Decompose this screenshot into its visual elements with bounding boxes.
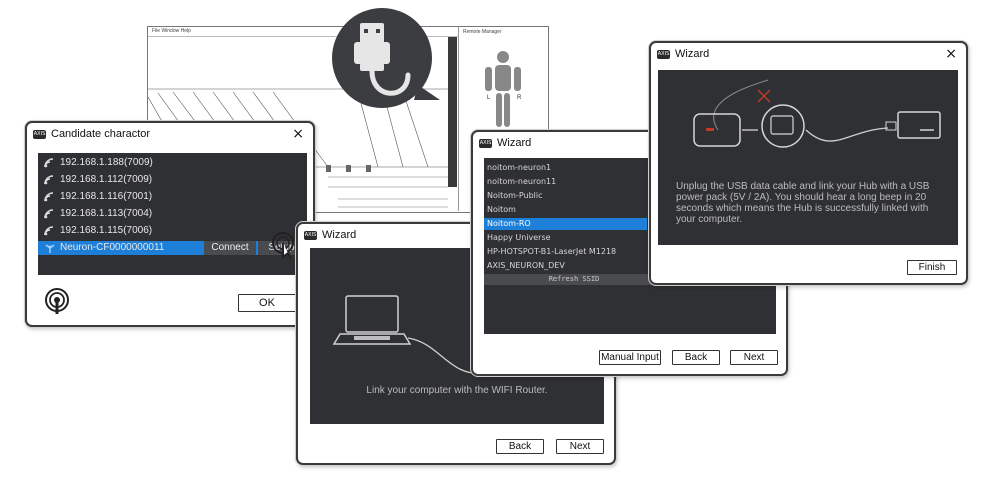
wifi-icon	[44, 175, 54, 185]
refresh-ssid-button[interactable]: Refresh SSID	[484, 274, 664, 285]
candidate-device-name: Neuron-CF0000000011	[60, 242, 165, 253]
axis-app-icon: AXIS	[479, 138, 492, 148]
candidate-address: 192.168.1.116(7001)	[60, 191, 153, 202]
wizard-hub-panel: Unplug the USB data cable and link your …	[658, 70, 958, 245]
wizard-router-title: Wizard	[322, 229, 357, 241]
broadcast-icon	[45, 288, 69, 314]
ssid-item[interactable]: Happy Universe	[484, 232, 647, 244]
wizard-ssid-title: Wizard	[497, 137, 532, 149]
ssid-item-selected[interactable]: Noitom-RO	[484, 218, 647, 230]
wizard-router-caption: Link your computer with the WIFI Router.	[366, 385, 548, 396]
axis-app-icon: AXIS	[33, 129, 46, 139]
next-button[interactable]: Next	[730, 350, 778, 365]
close-icon[interactable]: ×	[945, 46, 957, 62]
connect-button[interactable]: Connect	[204, 241, 256, 255]
figure-left-label: L	[487, 95, 491, 101]
back-button[interactable]: Back	[672, 350, 720, 365]
wifi-icon	[44, 209, 54, 219]
list-item[interactable]: 192.168.1.112(7009)	[38, 173, 307, 187]
ssid-item[interactable]: AXIS_NEURON_DEV	[484, 260, 647, 272]
candidate-window: AXIS Candidate charactor × 192.168.1.188…	[25, 121, 315, 327]
candidate-address: 192.168.1.112(7009)	[60, 174, 153, 185]
ssid-item[interactable]: Noitom-Public	[484, 190, 647, 202]
ssid-item[interactable]: Noitom	[484, 204, 647, 216]
finish-button[interactable]: Finish	[907, 260, 957, 275]
ssid-item[interactable]: HP-HOTSPOT-B1-LaserJet M1218	[484, 246, 647, 258]
background-panel-title: Remote Manager	[463, 29, 502, 35]
usb-cable-bubble	[330, 5, 440, 115]
list-item[interactable]: 192.168.1.115(7006)	[38, 224, 307, 238]
wizard-hub-window: AXIS Wizard × Unplug the USB data cable …	[649, 41, 968, 285]
list-item-selected[interactable]: Neuron-CF0000000011 Connect Setup	[38, 241, 307, 255]
candidate-address: 192.168.1.188(7009)	[60, 157, 153, 168]
candidate-list: 192.168.1.188(7009) 192.168.1.112(7009) …	[38, 153, 307, 275]
candidate-titlebar: AXIS Candidate charactor ×	[27, 123, 313, 145]
ssid-item[interactable]: noitom-neuron11	[484, 176, 647, 188]
list-item[interactable]: 192.168.1.116(7001)	[38, 190, 307, 204]
candidate-address: 192.168.1.115(7006)	[60, 225, 153, 236]
ok-button[interactable]: OK	[238, 294, 296, 312]
antenna-icon	[45, 244, 55, 253]
ssid-item[interactable]: noitom-neuron1	[484, 162, 647, 174]
background-sidebar	[448, 37, 457, 187]
list-item[interactable]: 192.168.1.188(7009)	[38, 156, 307, 170]
wifi-icon	[44, 192, 54, 202]
axis-app-icon: AXIS	[657, 49, 670, 59]
wizard-hub-titlebar: AXIS Wizard ×	[651, 43, 966, 65]
candidate-title: Candidate charactor	[51, 128, 151, 140]
hub-power-illustration	[693, 79, 941, 148]
back-button[interactable]: Back	[496, 439, 544, 454]
candidate-address: 192.168.1.113(7004)	[60, 208, 153, 219]
wifi-icon	[44, 226, 54, 236]
wizard-hub-title: Wizard	[675, 48, 710, 60]
next-button[interactable]: Next	[556, 439, 604, 454]
axis-app-icon: AXIS	[304, 230, 317, 240]
figure-right-label: R	[517, 95, 522, 101]
list-item[interactable]: 192.168.1.113(7004)	[38, 207, 307, 221]
wizard-hub-caption: Unplug the USB data cable and link your …	[676, 181, 930, 225]
wifi-icon	[44, 158, 54, 168]
manual-input-button[interactable]: Manual Input	[599, 350, 661, 365]
usb-cable-icon	[332, 8, 440, 108]
close-icon[interactable]: ×	[292, 126, 304, 142]
